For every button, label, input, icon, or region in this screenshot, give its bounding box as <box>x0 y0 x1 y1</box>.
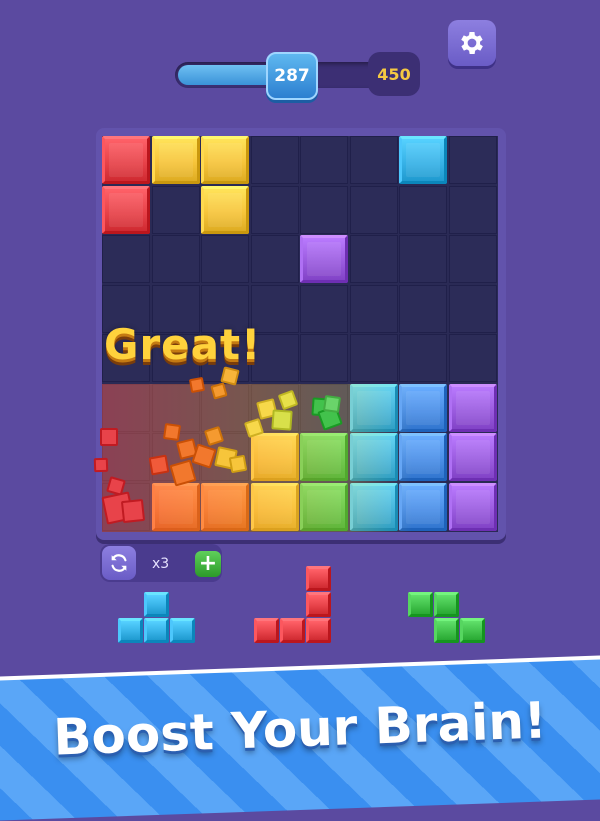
board-block-purple <box>448 383 497 432</box>
board-cell[interactable] <box>102 383 150 432</box>
board-block-yellow <box>250 482 299 531</box>
board-block-green <box>300 433 348 481</box>
board-block-cyan <box>349 482 398 531</box>
board-cell[interactable] <box>349 136 398 184</box>
praise-text: Great! <box>104 320 262 369</box>
plus-icon: + <box>198 551 218 576</box>
board-cell[interactable] <box>448 334 497 382</box>
swap-button[interactable] <box>102 546 136 580</box>
t-piece-block[interactable] <box>144 592 169 617</box>
swap-count: x3 <box>152 556 170 572</box>
settings-button[interactable] <box>448 20 496 66</box>
board-block-green <box>300 482 348 531</box>
board-cell[interactable] <box>102 235 150 283</box>
board-block-blue <box>399 383 447 432</box>
board-cell[interactable] <box>448 136 497 184</box>
board-cell[interactable] <box>151 235 200 283</box>
board-cell[interactable] <box>349 334 398 382</box>
board-cell[interactable] <box>448 185 497 234</box>
board-block-red <box>102 136 150 184</box>
particle <box>93 457 109 473</box>
board-cell[interactable] <box>399 235 447 283</box>
board-cell[interactable] <box>349 235 398 283</box>
board-block-cyan <box>349 433 398 481</box>
z-piece-block[interactable] <box>434 592 459 617</box>
board-cell[interactable] <box>399 284 447 333</box>
particle <box>322 394 342 414</box>
board-block-purple <box>300 235 348 283</box>
board-cell[interactable] <box>448 235 497 283</box>
board-cell[interactable] <box>300 185 348 234</box>
board-block-yellow <box>201 136 249 184</box>
particle <box>162 422 182 442</box>
particle <box>120 498 146 524</box>
target-score: 450 <box>368 52 420 96</box>
z-piece-block[interactable] <box>460 618 485 643</box>
board-cell[interactable] <box>349 185 398 234</box>
board-block-yellow <box>250 433 299 481</box>
board-cell[interactable] <box>300 334 348 382</box>
j-piece-block[interactable] <box>306 566 331 591</box>
board-cell[interactable] <box>250 136 299 184</box>
current-score: 287 <box>266 52 318 100</box>
j-piece-block[interactable] <box>306 618 331 643</box>
t-piece-block[interactable] <box>170 618 195 643</box>
particle <box>148 454 170 476</box>
z-piece-block[interactable] <box>434 618 459 643</box>
board-block-yellow <box>151 136 200 184</box>
particle <box>100 428 118 446</box>
j-piece-block[interactable] <box>306 592 331 617</box>
particle <box>188 376 206 394</box>
board-cell[interactable] <box>201 235 249 283</box>
z-piece-block[interactable] <box>408 592 433 617</box>
add-swap-button[interactable]: + <box>195 551 221 577</box>
particle <box>271 409 293 431</box>
t-piece-block[interactable] <box>144 618 169 643</box>
j-piece-block[interactable] <box>280 618 305 643</box>
board-cell[interactable] <box>399 334 447 382</box>
board-block-purple <box>448 433 497 481</box>
board-block-yellow <box>201 185 249 234</box>
j-piece-block[interactable] <box>254 618 279 643</box>
board-cell[interactable] <box>250 185 299 234</box>
particle <box>228 454 248 474</box>
board-cell[interactable] <box>448 284 497 333</box>
board-block-blue <box>399 433 447 481</box>
board-block-purple <box>448 482 497 531</box>
refresh-icon <box>111 554 127 572</box>
board-block-orange <box>201 482 249 531</box>
board-cell[interactable] <box>300 136 348 184</box>
board-block-red <box>102 185 150 234</box>
top-bar: 287 450 <box>0 0 600 130</box>
board-cell[interactable] <box>250 235 299 283</box>
board-cell[interactable] <box>151 185 200 234</box>
board-cell[interactable] <box>349 284 398 333</box>
board-cell[interactable] <box>399 185 447 234</box>
board-block-cyan <box>399 136 447 184</box>
board-cell[interactable] <box>300 284 348 333</box>
gear-icon <box>461 32 483 54</box>
board-block-blue <box>399 482 447 531</box>
t-piece-block[interactable] <box>118 618 143 643</box>
board-block-cyan <box>349 383 398 432</box>
board-block-orange <box>151 482 200 531</box>
